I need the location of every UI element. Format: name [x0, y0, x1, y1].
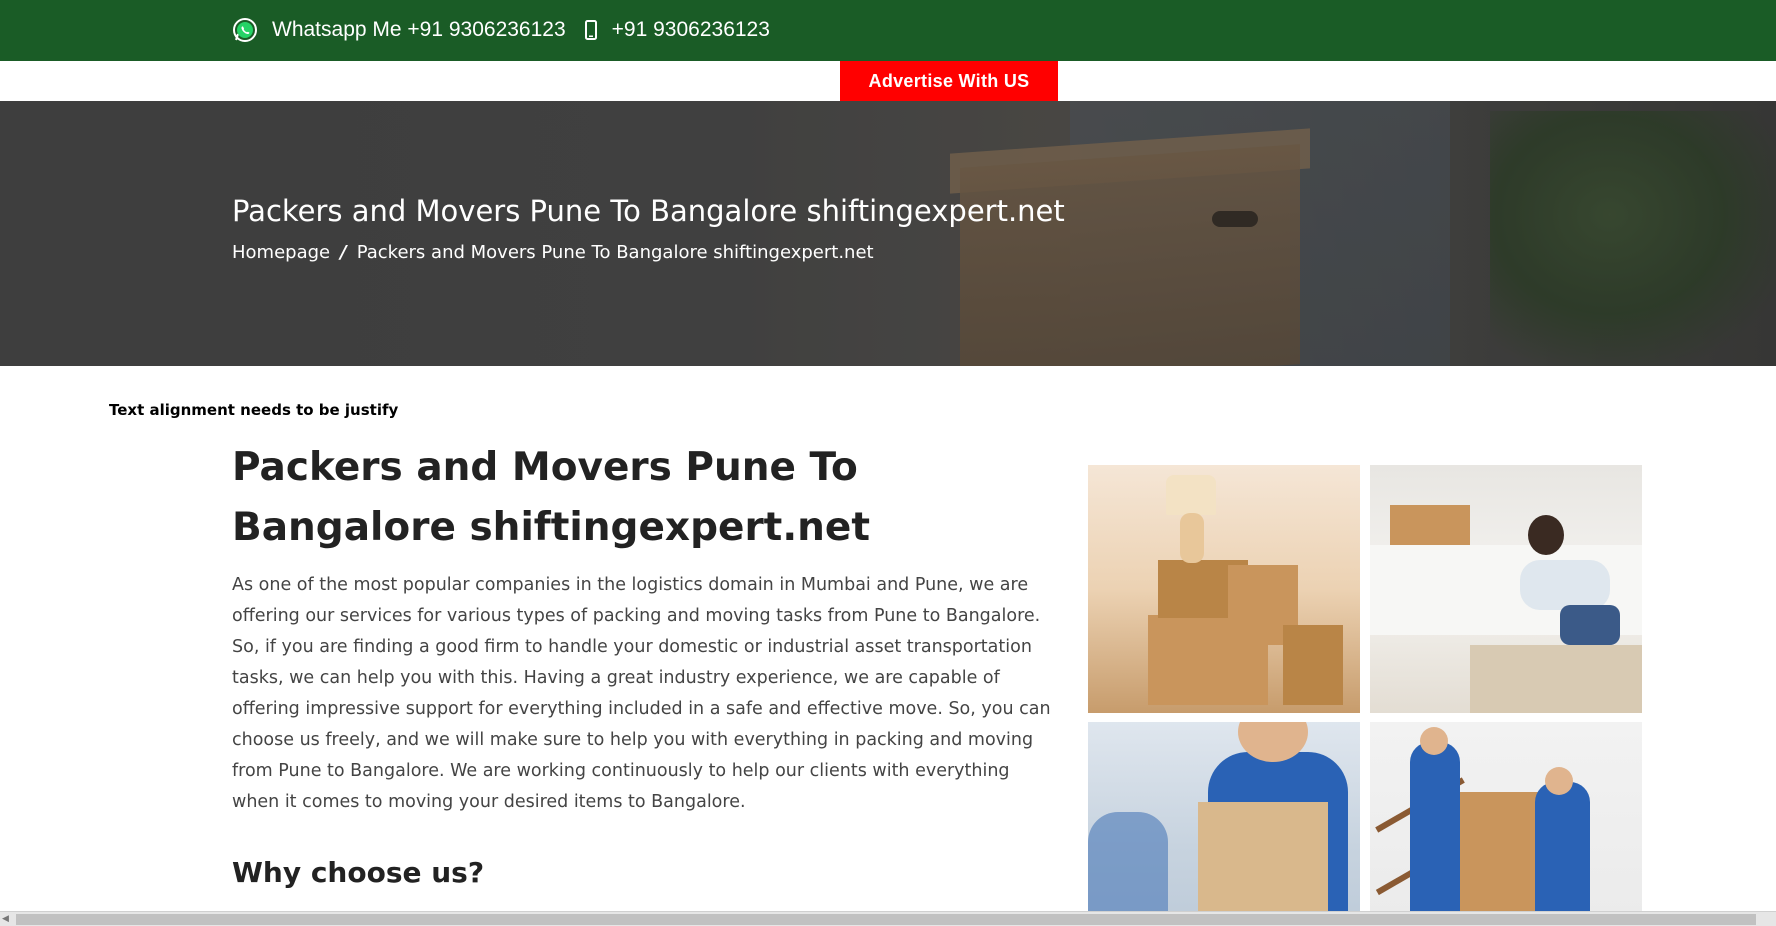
hero-banner: Packers and Movers Pune To Bangalore shi… — [0, 101, 1776, 366]
page-title: Packers and Movers Pune To Bangalore shi… — [232, 194, 1065, 228]
breadcrumb-home-link[interactable]: Homepage — [232, 242, 330, 263]
top-contact-bar: Whatsapp Me +91 9306236123 +91 930623612… — [0, 0, 1776, 61]
breadcrumb-separator: / — [340, 242, 347, 263]
why-choose-us-heading: Why choose us? — [232, 856, 485, 889]
gallery-image-mover-box — [1088, 722, 1360, 926]
mobile-phone-icon — [584, 20, 598, 40]
contact-info: Whatsapp Me +91 9306236123 +91 930623612… — [232, 16, 770, 44]
hero-overlay — [0, 101, 1776, 366]
gallery-image-carpet — [1370, 465, 1642, 713]
advertise-button[interactable]: Advertise With US — [840, 61, 1058, 101]
whatsapp-link[interactable]: Whatsapp Me +91 9306236123 — [272, 18, 566, 42]
main-content: Packers and Movers Pune To Bangalore shi… — [232, 438, 1052, 926]
scrollbar-thumb[interactable] — [16, 914, 1756, 925]
alignment-note: Text alignment needs to be justify — [109, 401, 399, 419]
main-heading: Packers and Movers Pune To Bangalore shi… — [232, 445, 870, 550]
breadcrumb-current: Packers and Movers Pune To Bangalore shi… — [356, 242, 874, 263]
whatsapp-icon[interactable] — [232, 17, 258, 43]
horizontal-scrollbar[interactable]: ◀ — [0, 911, 1776, 926]
intro-paragraph: As one of the most popular companies in … — [232, 575, 1051, 812]
scroll-left-arrow-icon[interactable]: ◀ — [2, 914, 9, 924]
gallery-image-stairs — [1370, 722, 1642, 926]
gallery-image-boxes — [1088, 465, 1360, 713]
breadcrumb: Homepage / Packers and Movers Pune To Ba… — [232, 242, 874, 263]
phone-link[interactable]: +91 9306236123 — [612, 18, 770, 42]
